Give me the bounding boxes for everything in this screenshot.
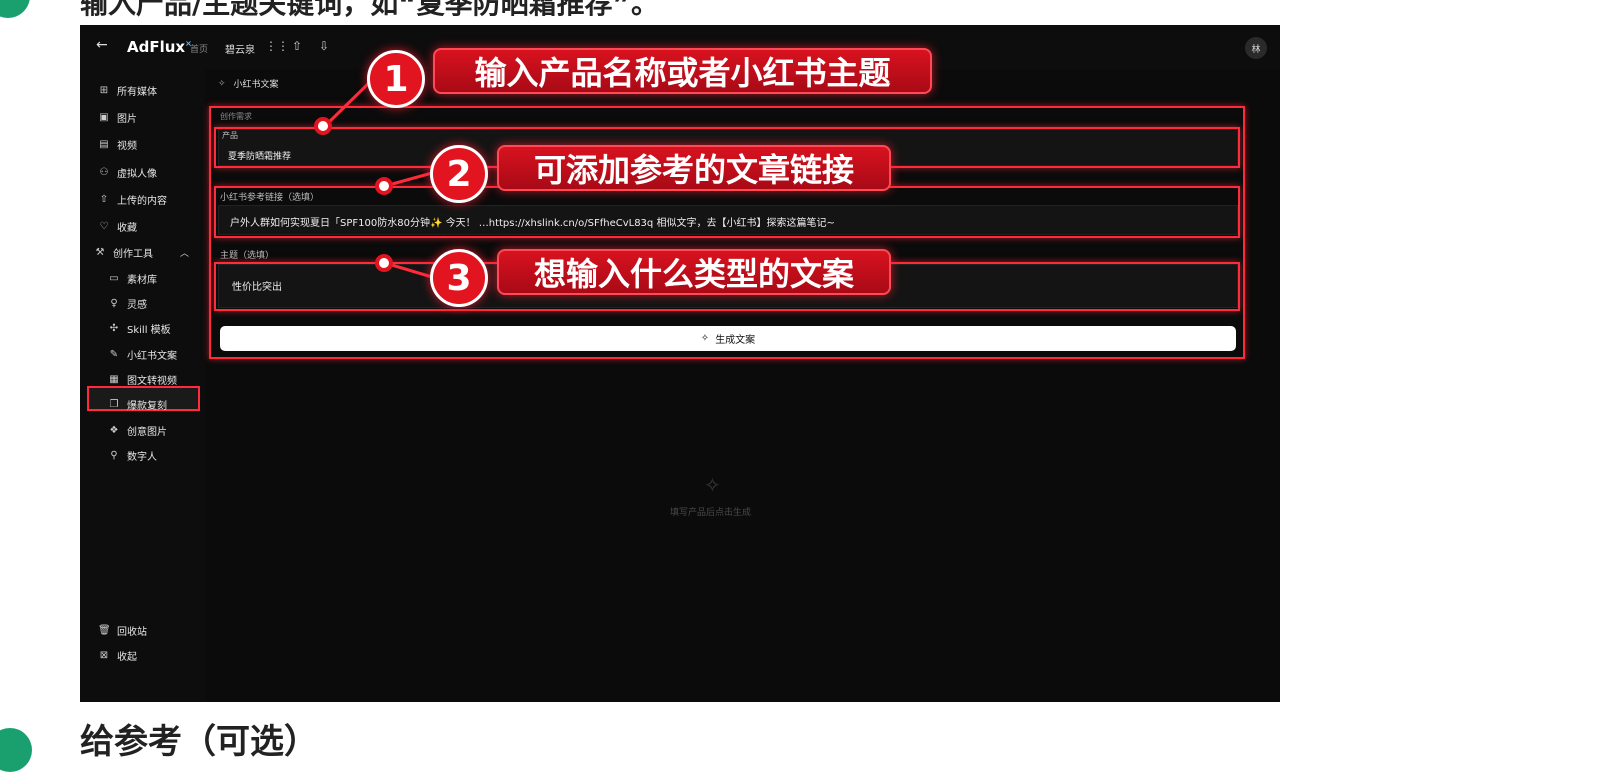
magic-wand-icon: ✧ <box>704 473 721 497</box>
sidebar-item-images[interactable]: ▣ 图片 <box>98 109 137 125</box>
sidebar-item-creative-images[interactable]: ❖ 创意图片 <box>108 422 167 438</box>
doc-bullet-dot-2 <box>0 728 32 772</box>
callout-pin-2 <box>375 177 393 195</box>
sidebar-item-collapse[interactable]: ⊠ 收起 <box>98 647 137 663</box>
sidebar-item-viral-copy[interactable]: ❐ 爆款复刻 <box>108 396 167 412</box>
callout-pin-1 <box>314 117 332 135</box>
download-icon[interactable]: ⇩ <box>319 39 329 53</box>
apps-grid-icon[interactable]: ⋮⋮ <box>265 39 289 53</box>
pen-icon: ✎ <box>109 348 119 360</box>
doc-next-heading: 给参考（可选） <box>80 722 318 762</box>
sidebar-item-favorites[interactable]: ♡ 收藏 <box>98 218 137 234</box>
sidebar-item-xhs-copy[interactable]: ✎ 小红书文案 <box>108 346 177 362</box>
heart-icon: ♡ <box>99 220 109 232</box>
page-title: ✧ 小红书文案 <box>218 78 279 91</box>
folder-icon: ▭ <box>109 272 119 284</box>
sparkle-icon: ✣ <box>109 322 119 334</box>
sidebar-item-inspiration[interactable]: ♀ 灵感 <box>108 295 147 311</box>
empty-state-hint: 填写产品后点击生成 <box>670 508 752 518</box>
magic-icon: ✧ <box>218 78 226 89</box>
callout-number-1: 1 <box>367 50 425 108</box>
user-icon: ⚲ <box>110 449 118 461</box>
app-screenshot: ← AdFlux× 首页 碧云泉 ⋮⋮ ⇧ ⇩ 林 ⊞ 所有媒体 ▣ 图片 ▤ 视频 … <box>80 25 1280 702</box>
nav-home[interactable]: 首页 <box>190 42 208 55</box>
trash-icon: 🗑 <box>98 624 111 636</box>
person-icon: ⚇ <box>99 166 109 178</box>
chevron-up-icon[interactable]: ︿ <box>180 246 189 259</box>
copy-icon: ❐ <box>109 398 119 410</box>
callout-number-2: 2 <box>430 145 488 203</box>
reference-highlight-box <box>214 186 1240 238</box>
sidebar-item-videos[interactable]: ▤ 视频 <box>98 136 137 152</box>
callout-label-2: 可添加参考的文章链接 <box>497 145 891 191</box>
film-icon: ▤ <box>99 138 109 150</box>
nav-workspace[interactable]: 碧云泉 <box>225 41 255 56</box>
wrench-icon: ⚒ <box>95 246 105 258</box>
sidebar-item-skill-templates[interactable]: ✣ Skill 模板 <box>108 320 171 336</box>
app-logo: AdFlux× <box>127 38 192 56</box>
sidebar-item-digital-human[interactable]: ⚲ 数字人 <box>108 447 157 463</box>
collapse-icon: ⊠ <box>99 649 109 661</box>
sidebar-item-trash[interactable]: 🗑 回收站 <box>98 622 147 638</box>
gallery-icon: ▦ <box>109 373 119 385</box>
upload-icon: ⇧ <box>99 193 109 205</box>
sidebar: ⊞ 所有媒体 ▣ 图片 ▤ 视频 ⚇ 虚拟人像 ⇧ 上传的内容 ♡ 收藏 ⚒ 创作工具 ︿ ▭… <box>80 69 205 702</box>
callout-number-3: 3 <box>430 249 488 307</box>
image-icon: ▣ <box>99 111 109 123</box>
grid-icon: ⊞ <box>99 84 109 96</box>
upload-icon[interactable]: ⇧ <box>292 39 302 53</box>
bulb-icon: ♀ <box>110 297 118 309</box>
callout-pin-3 <box>375 254 393 272</box>
sidebar-item-avatars[interactable]: ⚇ 虚拟人像 <box>98 164 157 180</box>
sidebar-item-all-media[interactable]: ⊞ 所有媒体 <box>98 82 157 98</box>
doc-step-text: 输入产品/主题关键词，如“夏季防晒霜推荐”。 <box>80 0 660 20</box>
callout-label-3: 想输入什么类型的文案 <box>497 249 891 295</box>
sidebar-item-tools[interactable]: ⚒ 创作工具 <box>94 244 153 260</box>
sidebar-item-image-to-video[interactable]: ▦ 图文转视频 <box>108 371 177 387</box>
sidebar-item-uploads[interactable]: ⇧ 上传的内容 <box>98 191 167 207</box>
doc-bullet-dot <box>0 0 30 18</box>
sidebar-item-assets[interactable]: ▭ 素材库 <box>108 270 157 286</box>
back-arrow-icon[interactable]: ← <box>96 37 108 53</box>
callout-label-1: 输入产品名称或者小红书主题 <box>433 48 932 94</box>
avatar[interactable]: 林 <box>1245 37 1267 59</box>
palette-icon: ❖ <box>109 424 119 436</box>
